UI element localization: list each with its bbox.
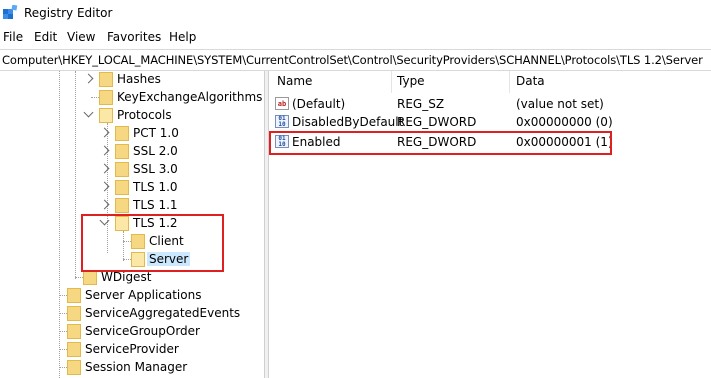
address-bar[interactable]: Computer\HKEY_LOCAL_MACHINE\SYSTEM\Curre… [0, 49, 711, 71]
tree-item-label: WDigest [101, 270, 152, 284]
tree-connector [59, 367, 67, 368]
tree-item-label: PCT 1.0 [133, 126, 179, 140]
registry-editor-icon [3, 5, 18, 19]
folder-icon [67, 306, 81, 321]
expand-chevron-icon[interactable] [83, 73, 94, 84]
title-bar: Registry Editor [0, 0, 711, 26]
tree-item-label: TLS 1.1 [133, 198, 178, 212]
menu-edit[interactable]: Edit [34, 30, 57, 44]
tree-item-label: Server Applications [85, 288, 202, 302]
column-divider[interactable] [391, 71, 392, 93]
highlight-box-tls12 [81, 214, 224, 272]
column-header-type[interactable]: Type [397, 74, 425, 88]
tree-connector [91, 97, 99, 98]
folder-icon [67, 324, 81, 339]
open-folder-icon [99, 108, 113, 123]
folder-icon [115, 198, 129, 213]
value-type: REG_DWORD [397, 115, 477, 129]
folder-icon [99, 90, 113, 105]
tree-item-label: KeyExchangeAlgorithms [117, 90, 263, 104]
folder-icon [67, 288, 81, 303]
tree-item-label: Session Manager [85, 360, 188, 374]
value-data: (value not set) [516, 97, 604, 111]
tree-connector [59, 349, 67, 350]
tree-item-label: TLS 1.0 [133, 180, 178, 194]
tree-item-label: SSL 3.0 [133, 162, 178, 176]
folder-icon [115, 162, 129, 177]
tree-item-label: ServiceGroupOrder [85, 324, 200, 338]
value-name: DisabledByDefault [292, 115, 404, 129]
value-row-disabledbydefault[interactable]: 01 10 DisabledByDefault REG_DWORD 0x00000… [269, 113, 711, 131]
key-tree[interactable]: Hashes KeyExchangeAlgorithms Protocols P… [0, 71, 264, 378]
tree-connector [59, 331, 67, 332]
address-path[interactable]: Computer\HKEY_LOCAL_MACHINE\SYSTEM\Curre… [2, 53, 703, 67]
tree-item-label: ServiceAggregatedEvents [85, 306, 241, 320]
menu-view[interactable]: View [67, 30, 95, 44]
value-data: 0x00000000 (0) [516, 115, 613, 129]
tree-connector [75, 71, 76, 279]
tree-item-label: Protocols [117, 108, 172, 122]
folder-icon [67, 342, 81, 357]
value-type: REG_SZ [397, 97, 445, 111]
folder-icon [115, 126, 129, 141]
window-title: Registry Editor [24, 6, 113, 20]
dword-value-icon: 01 10 [275, 115, 289, 128]
tree-connector [59, 313, 67, 314]
column-divider[interactable] [509, 71, 510, 93]
string-value-icon: ab [275, 97, 289, 110]
value-row-default[interactable]: ab (Default) REG_SZ (value not set) [269, 95, 711, 113]
collapse-chevron-icon[interactable] [83, 107, 94, 118]
folder-icon [115, 144, 129, 159]
folder-icon [83, 270, 97, 285]
folder-icon [99, 72, 113, 87]
tree-item-label: Hashes [117, 72, 161, 86]
column-header-data[interactable]: Data [516, 74, 545, 88]
values-list[interactable]: Name Type Data ab (Default) REG_SZ (valu… [269, 71, 711, 378]
menu-file[interactable]: File [3, 30, 23, 44]
menu-help[interactable]: Help [169, 30, 196, 44]
highlight-box-enabled [269, 131, 612, 155]
tree-item-label: ServiceProvider [85, 342, 179, 356]
folder-icon [115, 180, 129, 195]
tree-connector [75, 277, 83, 278]
value-name: (Default) [292, 97, 346, 111]
menu-bar: File Edit View Favorites Help [0, 28, 711, 46]
folder-icon [67, 360, 81, 375]
tree-connector [59, 295, 67, 296]
column-header-name[interactable]: Name [277, 74, 312, 88]
tree-item-label: SSL 2.0 [133, 144, 178, 158]
menu-favorites[interactable]: Favorites [107, 30, 161, 44]
